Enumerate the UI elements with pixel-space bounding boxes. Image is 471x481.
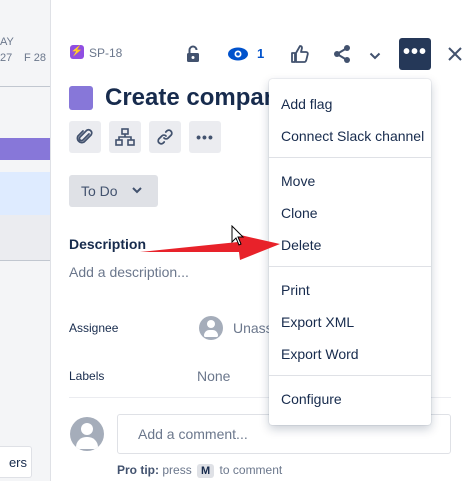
menu-item-connect-slack[interactable]: Connect Slack channel <box>269 120 431 152</box>
issue-key-link[interactable]: SP-18 <box>89 46 122 60</box>
board-row-selected[interactable] <box>0 172 50 215</box>
menu-item-move[interactable]: Move <box>269 165 431 197</box>
labels-value[interactable]: None <box>197 368 230 384</box>
attach-button[interactable] <box>69 121 101 153</box>
more-actions-button[interactable]: ••• <box>399 38 431 70</box>
link-issue-button[interactable] <box>149 121 181 153</box>
mouse-cursor-icon <box>231 225 245 246</box>
chevron-down-icon[interactable] <box>360 39 390 69</box>
shortcut-key: M <box>197 464 215 478</box>
child-issues-button[interactable] <box>109 121 141 153</box>
board-gridline <box>0 260 50 261</box>
pro-tip-post: to comment <box>219 463 283 477</box>
menu-item-delete[interactable]: Delete <box>269 229 431 261</box>
epic-color-icon <box>69 86 93 110</box>
assignee-label: Assignee <box>69 321 119 335</box>
assignee-value[interactable]: Unass <box>233 320 273 336</box>
board-gridline <box>0 86 50 87</box>
annotation-arrow <box>140 234 280 260</box>
more-icon: ••• <box>402 41 427 63</box>
chevron-down-icon <box>132 175 142 207</box>
child-issues-icon <box>115 128 135 146</box>
menu-item-configure[interactable]: Configure <box>269 383 431 415</box>
board-bar-purple[interactable] <box>0 138 50 160</box>
more-tools-button[interactable]: ••• <box>189 121 221 153</box>
pro-tip-strong: Pro tip: <box>117 463 159 477</box>
pro-tip: Pro tip: press M to comment <box>117 463 282 478</box>
board-row[interactable] <box>0 215 50 260</box>
avatar <box>199 316 223 340</box>
menu-item-add-flag[interactable]: Add flag <box>269 88 431 120</box>
bolt-icon: ⚡ <box>70 45 84 59</box>
link-icon <box>157 129 173 145</box>
status-label: To Do <box>81 183 118 199</box>
board-day-left: 27 <box>0 52 13 64</box>
menu-item-print[interactable]: Print <box>269 274 431 306</box>
issue-title[interactable]: Create company <box>105 84 275 112</box>
menu-item-clone[interactable]: Clone <box>269 197 431 229</box>
menu-item-export-xml[interactable]: Export XML <box>269 306 431 338</box>
eye-icon[interactable] <box>223 39 253 69</box>
menu-separator <box>269 375 431 376</box>
avatar <box>70 417 104 451</box>
pro-tip-pre: press <box>162 463 192 477</box>
menu-separator <box>269 266 431 267</box>
board-day-right: F 28 <box>24 52 47 64</box>
labels-label: Labels <box>69 369 105 383</box>
background-board: AY 27 F 28 ers <box>0 0 50 481</box>
status-dropdown[interactable]: To Do <box>69 175 158 207</box>
more-icon: ••• <box>196 129 214 145</box>
description-heading: Description <box>69 236 147 252</box>
thumbs-up-icon[interactable] <box>285 39 315 69</box>
lock-icon[interactable] <box>178 39 208 69</box>
watch-count[interactable]: 1 <box>257 46 264 61</box>
board-filter-button[interactable]: ers <box>0 446 32 478</box>
more-actions-menu: Add flag Connect Slack channel Move Clon… <box>269 79 431 425</box>
menu-item-export-word[interactable]: Export Word <box>269 338 431 370</box>
close-icon[interactable] <box>440 39 470 69</box>
attachment-icon <box>76 128 93 144</box>
panel-divider <box>50 0 51 481</box>
menu-separator <box>269 157 431 158</box>
share-icon[interactable] <box>327 39 357 69</box>
board-day-header: AY <box>0 36 14 48</box>
